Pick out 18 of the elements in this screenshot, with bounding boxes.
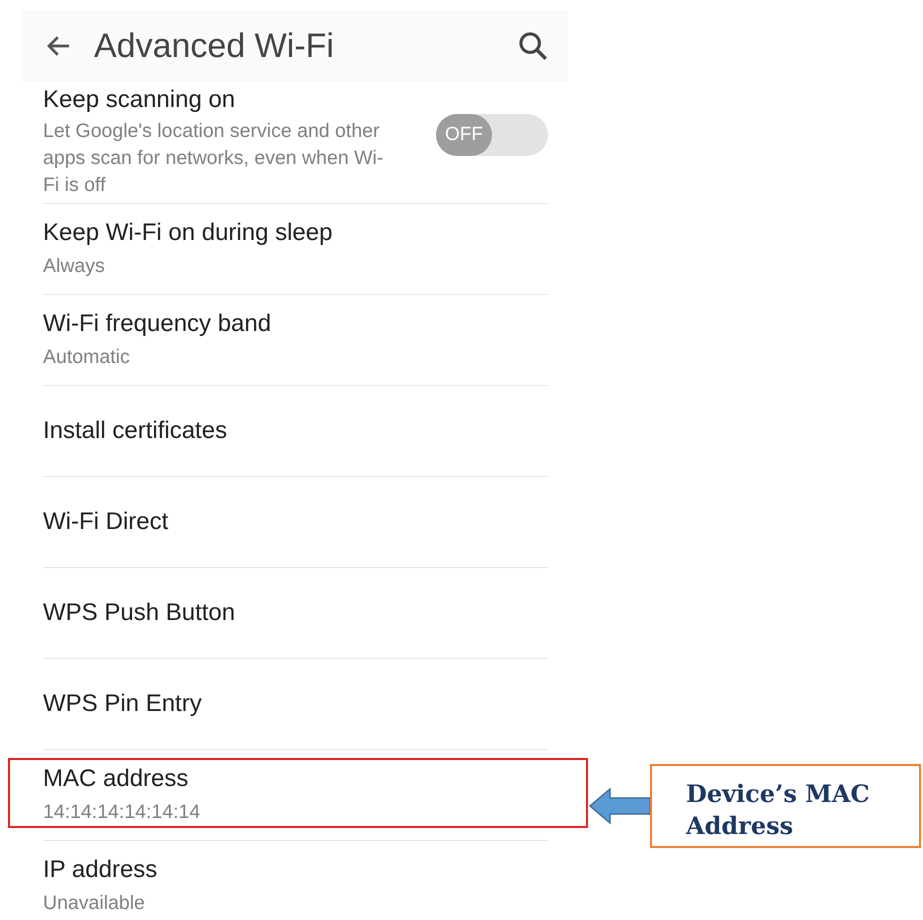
toggle-knob: OFF — [436, 114, 492, 156]
setting-title[interactable]: Install certificates — [43, 417, 228, 445]
setting-title[interactable]: WPS Pin Entry — [43, 690, 202, 718]
screen-title: Advanced Wi-Fi — [94, 26, 335, 66]
setting-title[interactable]: Wi-Fi Direct — [43, 508, 168, 536]
setting-title[interactable]: Wi-Fi frequency band — [43, 310, 272, 338]
setting-summary: Let Google's location service and other apps scan for networks, even when Wi-Fi is off — [43, 119, 384, 198]
callout-label: Device’s MAC Address — [650, 764, 921, 848]
setting-summary: 14:14:14:14:14:14 — [43, 800, 200, 824]
setting-title[interactable]: Keep Wi-Fi on during sleep — [43, 218, 332, 246]
setting-summary: Unavailable — [43, 890, 146, 916]
setting-summary: Automatic — [43, 344, 131, 370]
setting-summary: Always — [43, 254, 106, 278]
setting-title[interactable]: IP address — [43, 856, 158, 884]
setting-title[interactable]: MAC address — [43, 764, 200, 792]
left-arrow-shape — [588, 786, 652, 826]
setting-title[interactable]: Keep scanning on — [43, 86, 395, 114]
setting-title[interactable]: WPS Push Button — [43, 599, 236, 627]
